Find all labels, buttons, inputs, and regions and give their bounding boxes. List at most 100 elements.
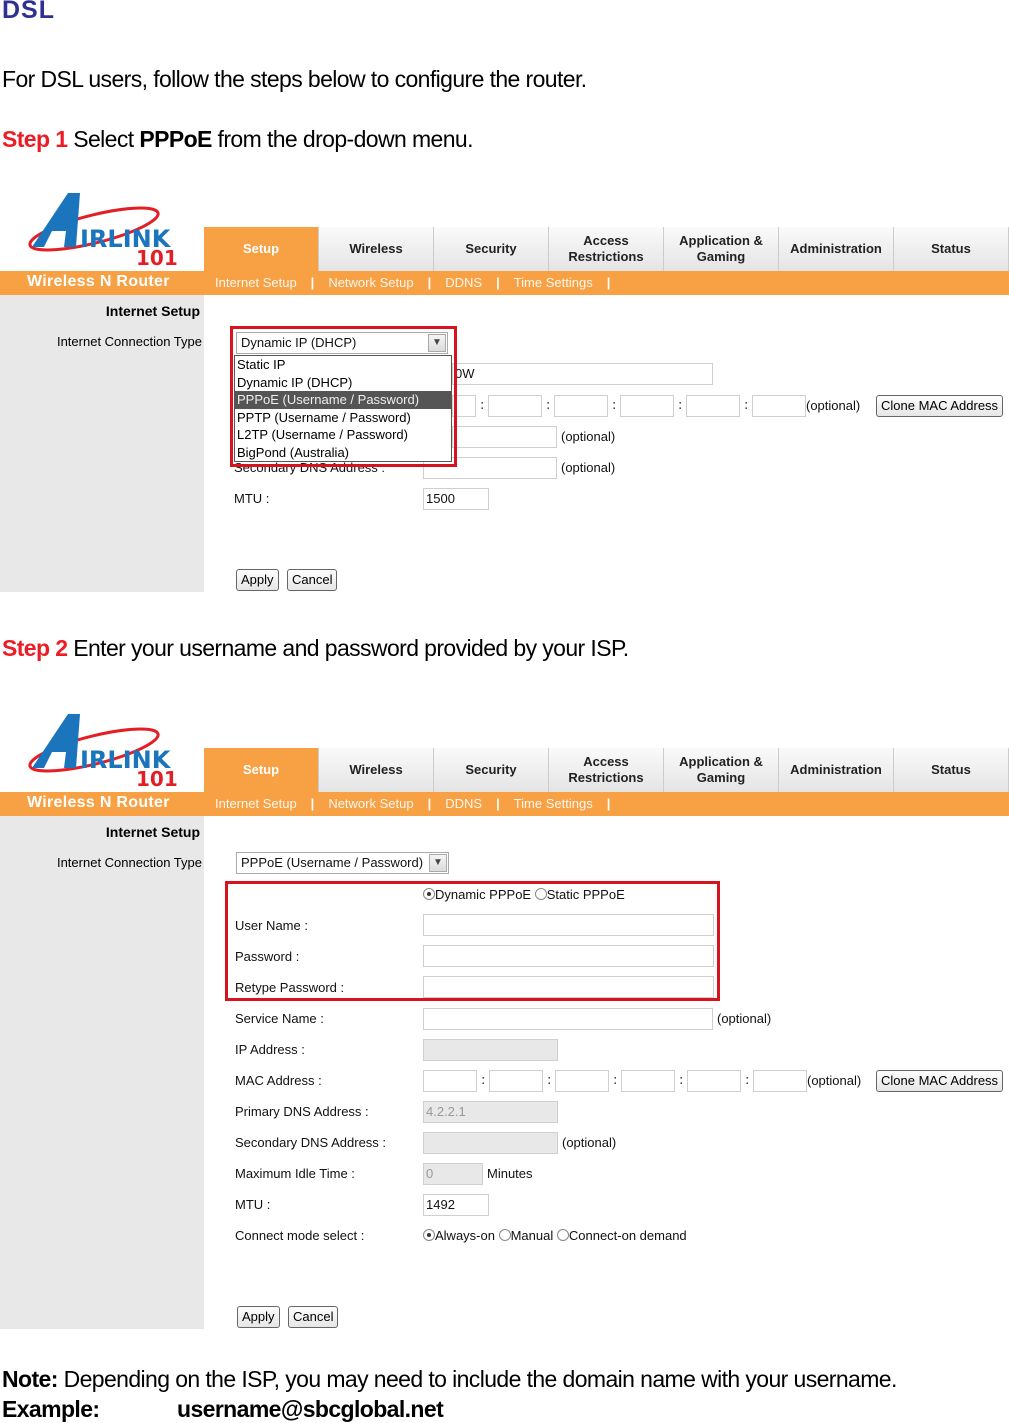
subnav-internet-setup[interactable]: Internet Setup — [215, 275, 297, 290]
tab-security[interactable]: Security — [434, 227, 549, 271]
hostname-input[interactable]: 0W — [452, 363, 713, 385]
tab-setup[interactable]: Setup — [204, 748, 319, 792]
step1-bold: PPPoE — [139, 126, 212, 152]
tab-security[interactable]: Security — [434, 748, 549, 792]
connection-type-label: Internet Connection Type — [56, 334, 202, 349]
tab-wireless[interactable]: Wireless — [319, 748, 434, 792]
radio-dynamic-pppoe[interactable] — [423, 888, 435, 900]
password-input[interactable] — [423, 945, 714, 967]
secondary-dns-input[interactable] — [423, 1132, 558, 1154]
mac-octet-2[interactable] — [489, 1070, 543, 1092]
subnav-ddns[interactable]: DDNS — [445, 796, 482, 811]
option-l2tp[interactable]: L2TP (Username / Password) — [235, 426, 451, 444]
optional-note: (optional) — [562, 1135, 617, 1150]
optional-note: (optional) — [717, 1011, 772, 1026]
step1-text-before: Select — [67, 126, 140, 152]
main-nav: Setup Wireless Security Access Restricti… — [204, 748, 1009, 792]
mac-octet-6[interactable] — [752, 395, 806, 417]
radio-always-on[interactable] — [423, 1229, 435, 1241]
mtu-input[interactable]: 1492 — [423, 1194, 489, 1216]
ip-address-label: IP Address : — [235, 1042, 305, 1057]
tab-access-restrictions[interactable]: Access Restrictions — [549, 748, 664, 792]
subnav-internet-setup[interactable]: Internet Setup — [215, 796, 297, 811]
option-dynamic-ip[interactable]: Dynamic IP (DHCP) — [235, 374, 451, 392]
radio-label: Manual — [510, 1228, 554, 1243]
option-bigpond[interactable]: BigPond (Australia) — [235, 444, 451, 462]
mac-octet-3[interactable] — [555, 1070, 609, 1092]
mtu-input[interactable]: 1500 — [423, 488, 489, 510]
radio-label: Always-on — [435, 1228, 495, 1243]
subnav-separator: | — [606, 796, 611, 811]
colon: : — [480, 398, 485, 413]
step1-text: Step 1 Select PPPoE from the drop-down m… — [2, 126, 474, 153]
colon: : — [546, 398, 551, 413]
cancel-button[interactable]: Cancel — [288, 1306, 339, 1328]
subnav-network-setup[interactable]: Network Setup — [328, 796, 413, 811]
password-label: Password : — [235, 949, 300, 964]
connect-mode-label: Connect mode select : — [235, 1228, 365, 1243]
primary-dns-input[interactable] — [452, 426, 557, 448]
mac-octet-1[interactable] — [423, 1070, 477, 1092]
mac-octet-2[interactable] — [488, 395, 542, 417]
primary-dns-input[interactable]: 4.2.2.1 — [423, 1101, 558, 1123]
primary-dns-label: Primary DNS Address : — [235, 1104, 369, 1119]
chevron-down-icon[interactable]: ▼ — [429, 854, 447, 872]
retype-password-input[interactable] — [423, 976, 714, 998]
subnav-time-settings[interactable]: Time Settings — [514, 275, 593, 290]
example-label: Example: — [2, 1396, 100, 1422]
mtu-label: MTU : — [234, 491, 270, 506]
tab-access-restrictions[interactable]: Access Restrictions — [549, 227, 664, 271]
clone-mac-button[interactable]: Clone MAC Address — [876, 1070, 1004, 1092]
radio-static-pppoe[interactable] — [534, 888, 547, 900]
apply-button[interactable]: Apply — [236, 569, 279, 591]
tab-setup[interactable]: Setup — [204, 227, 319, 271]
mac-octet-1[interactable] — [452, 395, 476, 417]
tab-application-gaming[interactable]: Application & Gaming — [664, 227, 779, 271]
max-idle-input[interactable]: 0 — [423, 1163, 483, 1185]
option-static-ip[interactable]: Static IP — [235, 356, 451, 374]
apply-button[interactable]: Apply — [237, 1306, 280, 1328]
user-name-label: User Name : — [235, 918, 308, 933]
mac-octet-5[interactable] — [686, 395, 740, 417]
subnav-ddns[interactable]: DDNS — [445, 275, 482, 290]
subnav-time-settings[interactable]: Time Settings — [514, 796, 593, 811]
subnav: Internet Setup | Network Setup | DDNS | Tim… — [215, 796, 624, 811]
mac-octet-4[interactable] — [621, 1070, 675, 1092]
tab-status[interactable]: Status — [894, 748, 1009, 792]
tab-application-gaming[interactable]: Application & Gaming — [664, 748, 779, 792]
radio-manual[interactable] — [498, 1229, 511, 1241]
tab-wireless[interactable]: Wireless — [319, 227, 434, 271]
tab-administration[interactable]: Administration — [779, 227, 894, 271]
cancel-button[interactable]: Cancel — [287, 569, 338, 591]
mac-octet-4[interactable] — [620, 395, 674, 417]
radio-label: Connect-on demand — [568, 1228, 687, 1243]
user-name-input[interactable] — [423, 914, 714, 936]
clone-mac-button[interactable]: Clone MAC Address — [876, 395, 1004, 417]
section-title: Internet Setup — [105, 824, 200, 840]
mac-octet-5[interactable] — [687, 1070, 741, 1092]
subnav: Internet Setup | Network Setup | DDNS | Tim… — [215, 275, 624, 290]
tab-administration[interactable]: Administration — [779, 748, 894, 792]
doc-title: DSL — [2, 0, 55, 24]
chevron-down-icon[interactable]: ▼ — [428, 334, 446, 352]
subnav-separator: | — [427, 275, 432, 290]
subnav-separator: | — [310, 796, 315, 811]
option-pppoe[interactable]: PPPoE (Username / Password) — [235, 391, 451, 409]
mac-octet-6[interactable] — [753, 1070, 807, 1092]
select-value: PPPoE (Username / Password) — [241, 855, 424, 870]
radio-connect-on-demand[interactable] — [556, 1229, 569, 1241]
colon: : — [613, 1073, 618, 1088]
connection-type-select[interactable]: PPPoE (Username / Password) ▼ — [236, 852, 449, 874]
mac-octet-3[interactable] — [554, 395, 608, 417]
colon: : — [612, 398, 617, 413]
mac-address-label: MAC Address : — [235, 1073, 322, 1088]
minutes-unit: Minutes — [487, 1166, 533, 1181]
connection-type-select[interactable]: Dynamic IP (DHCP) ▼ — [236, 332, 448, 354]
secondary-dns-label: Secondary DNS Address : — [235, 1135, 387, 1150]
option-pptp[interactable]: PPTP (Username / Password) — [235, 409, 451, 427]
service-name-input[interactable] — [423, 1008, 713, 1030]
ip-address-input[interactable] — [423, 1039, 558, 1061]
subnav-network-setup[interactable]: Network Setup — [328, 275, 413, 290]
step2-body: Enter your username and password provide… — [67, 635, 629, 661]
tab-status[interactable]: Status — [894, 227, 1009, 271]
